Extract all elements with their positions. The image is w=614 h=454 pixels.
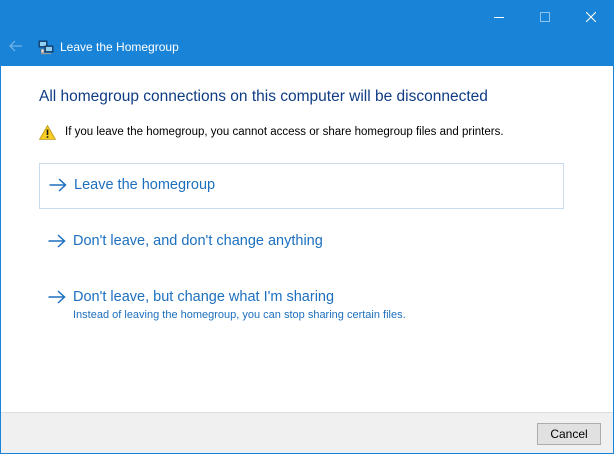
minimize-button[interactable] <box>476 1 522 32</box>
warning-text: If you leave the homegroup, you cannot a… <box>65 126 504 138</box>
back-arrow-icon <box>9 40 22 52</box>
main-content: All homegroup connections on this comput… <box>1 66 613 412</box>
option-label: Don't leave, but change what I'm sharing <box>73 289 335 305</box>
title-bar[interactable]: Leave the Homegroup <box>1 1 613 66</box>
maximize-button[interactable] <box>522 1 568 32</box>
option-label: Leave the homegroup <box>74 177 216 193</box>
arrow-right-icon <box>48 290 66 304</box>
arrow-right-icon <box>48 234 66 248</box>
warning-icon <box>39 125 56 140</box>
window-title: Leave the Homegroup <box>60 40 179 54</box>
cancel-button[interactable]: Cancel <box>537 423 601 445</box>
change-sharing-option[interactable]: Don't leave, but change what I'm sharing… <box>39 275 564 331</box>
leave-homegroup-option[interactable]: Leave the homegroup <box>39 163 564 209</box>
maximize-icon <box>540 11 550 22</box>
leave-homegroup-window: Leave the Homegroup All homegroup connec… <box>0 0 614 454</box>
dont-leave-option[interactable]: Don't leave, and don't change anything <box>39 219 564 263</box>
close-button[interactable] <box>568 1 614 32</box>
back-button[interactable] <box>5 34 27 58</box>
minimize-icon <box>494 16 504 18</box>
arrow-right-icon <box>49 178 67 192</box>
option-description: Instead of leaving the homegroup, you ca… <box>73 309 406 321</box>
dialog-footer: Cancel <box>1 412 613 453</box>
page-heading: All homegroup connections on this comput… <box>39 88 488 105</box>
close-icon <box>586 11 596 22</box>
option-label: Don't leave, and don't change anything <box>73 233 323 249</box>
homegroup-icon <box>38 40 54 55</box>
